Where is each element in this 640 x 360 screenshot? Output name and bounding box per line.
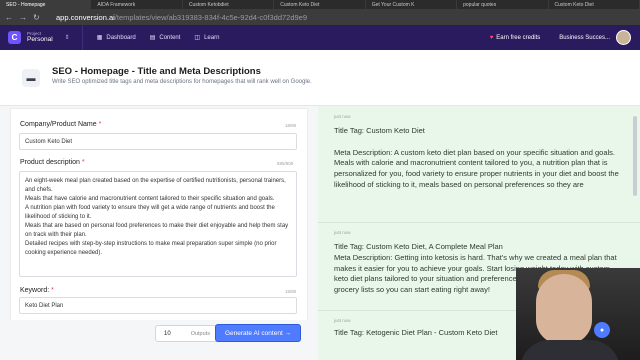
company-name-input[interactable]: Custom Keto Diet bbox=[19, 133, 297, 150]
company-label: Company/Product Name * bbox=[20, 121, 102, 128]
dashboard-icon: ▦ bbox=[96, 35, 103, 41]
description-char-count: 595/800 bbox=[277, 161, 294, 166]
browser-toolbar: ← → ↻ app.conversion.ai/templates/view/a… bbox=[0, 9, 640, 25]
form-footer: 10 Outputs Generate AI content → bbox=[10, 320, 308, 352]
keyword-input[interactable]: Keto Diet Plan bbox=[19, 297, 297, 314]
back-icon[interactable]: ← bbox=[5, 13, 14, 22]
result-timestamp: just now bbox=[334, 230, 351, 235]
nav-learn-label: Learn bbox=[204, 34, 220, 41]
browser-tab[interactable]: Custom Keto Diet bbox=[549, 0, 640, 9]
nav-content[interactable]: ▤ Content bbox=[149, 34, 181, 42]
description-label: Product description * bbox=[20, 159, 85, 166]
avatar[interactable] bbox=[616, 30, 631, 45]
browser-tab[interactable]: AIDA Framework bbox=[91, 0, 183, 9]
workspace-menu[interactable]: Business Succes... bbox=[559, 35, 610, 41]
page-subtitle: Write SEO optimized title tags and meta … bbox=[52, 79, 312, 85]
heart-icon: ♥ bbox=[489, 34, 494, 41]
company-char-count: 16/80 bbox=[285, 123, 297, 128]
browser-tab[interactable]: popular quotes bbox=[457, 0, 549, 9]
browser-tab[interactable]: Get Your Custom K bbox=[366, 0, 458, 9]
webcam-overlay bbox=[516, 268, 640, 360]
header-divider bbox=[81, 25, 83, 50]
outputs-label: Outputs bbox=[190, 330, 210, 337]
person-face bbox=[536, 274, 592, 344]
browser-tab-strip: SEO - Homepage AIDA Framework Custom Ket… bbox=[0, 0, 640, 9]
earn-credits-label: Earn free credits bbox=[496, 34, 541, 41]
url-path: /templates/view/ab319383-834f-4c5e-92d4-… bbox=[114, 12, 308, 22]
nav-learn[interactable]: ◫ Learn bbox=[194, 34, 220, 42]
address-bar[interactable]: app.conversion.ai/templates/view/ab31938… bbox=[56, 13, 640, 22]
result-divider bbox=[318, 222, 640, 223]
learn-icon: ◫ bbox=[194, 35, 201, 41]
app-logo[interactable]: C bbox=[8, 31, 21, 44]
url-domain: app.conversion.ai bbox=[56, 12, 115, 22]
earn-credits-link[interactable]: ♥ Earn free credits bbox=[490, 35, 541, 41]
chat-support-icon[interactable]: ● bbox=[594, 322, 610, 338]
result-item[interactable]: Title Tag: Custom Keto Diet Meta Descrip… bbox=[334, 126, 626, 191]
chat-template-icon: ▬ bbox=[22, 69, 40, 87]
browser-tab[interactable]: SEO - Homepage bbox=[0, 0, 92, 9]
app-header: C Project Personal ⇕ ▦ Dashboard ▤ Conte… bbox=[0, 25, 640, 50]
document-icon: ▤ bbox=[149, 35, 156, 41]
nav-dashboard[interactable]: ▦ Dashboard bbox=[96, 34, 136, 42]
reload-icon[interactable]: ↻ bbox=[33, 13, 42, 22]
template-header: ▬ SEO - Homepage - Title and Meta Descri… bbox=[0, 50, 640, 106]
forward-icon[interactable]: → bbox=[19, 13, 28, 22]
browser-tab[interactable]: Custom Keto Diet bbox=[274, 0, 366, 9]
chevron-updown-icon[interactable]: ⇕ bbox=[65, 34, 70, 41]
project-name: Personal bbox=[27, 35, 53, 43]
project-switcher[interactable]: Project Personal bbox=[27, 31, 53, 43]
generate-button[interactable]: Generate AI content → bbox=[215, 324, 301, 342]
results-scrollbar[interactable] bbox=[633, 116, 637, 196]
keyword-label: Keyword: * bbox=[20, 287, 54, 294]
outputs-stepper[interactable]: 10 Outputs bbox=[155, 325, 220, 342]
person-shirt bbox=[520, 340, 620, 360]
keyword-char-count: 15/80 bbox=[285, 289, 297, 294]
nav-content-label: Content bbox=[159, 34, 181, 41]
page-title: SEO - Homepage - Title and Meta Descript… bbox=[52, 66, 261, 77]
outputs-value: 10 bbox=[164, 330, 171, 337]
nav-dashboard-label: Dashboard bbox=[106, 34, 136, 41]
browser-tab[interactable]: Custom Ketobdiet bbox=[183, 0, 275, 9]
description-textarea[interactable]: An eight-week meal plan created based on… bbox=[19, 171, 297, 277]
result-timestamp: just now bbox=[334, 114, 351, 119]
input-form: Company/Product Name * 16/80 Custom Keto… bbox=[10, 108, 308, 344]
result-timestamp: just now bbox=[334, 318, 351, 323]
